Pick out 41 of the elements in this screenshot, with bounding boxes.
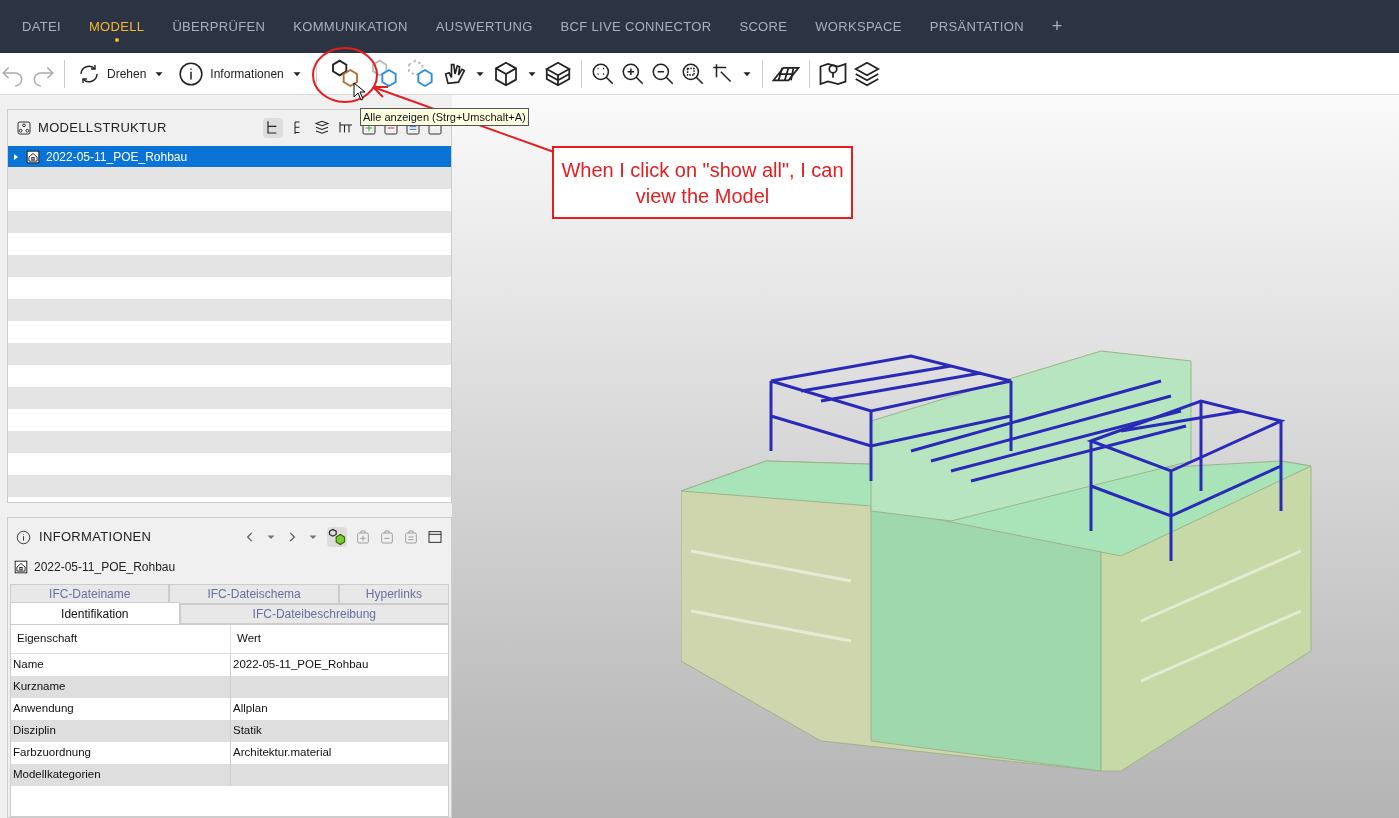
info-tab[interactable]: IFC-Dateischema [169,584,339,604]
expand-arrow-icon[interactable] [12,152,20,161]
menu-tab[interactable]: SCORE [725,0,802,53]
table-cell-text: 2022-05-11_POE_Rohbau [232,657,369,673]
table-cell: Modellkategorien [11,764,231,786]
building-icon[interactable] [26,149,40,164]
info-icon[interactable] [16,529,31,545]
tree-item[interactable]: 2022-05-11_POE_Rohbau [8,146,451,167]
info-tab[interactable]: Hyperlinks [338,584,449,604]
layers-icon[interactable] [313,119,331,137]
object-name: 2022-05-11_POE_Rohbau [34,559,176,576]
table-cell-text: Architektur.material [232,745,332,761]
info-icon[interactable] [178,60,205,87]
building-icon[interactable] [14,560,28,574]
annotation-note: When I click on "show all", I can view the Model [552,146,853,219]
info-tab[interactable]: IFC-Dateibeschreibung [179,604,449,624]
table-cell-text: Statik [232,723,262,739]
window-icon[interactable] [427,529,443,545]
highlight-circle [311,46,379,104]
cube-icon[interactable] [327,527,347,547]
column-header: Eigenschaft [11,625,231,653]
rotate-button[interactable]: Drehen [73,61,171,86]
menu-tab[interactable]: PRSÄNTATION [915,0,1038,53]
menu-tab[interactable]: WORKSPACE [801,0,916,53]
table-cell-text: Allplan [232,701,268,717]
panel-title: INFORMATIONEN [39,528,153,547]
panel-title: MODELLSTRUKTUR [38,119,168,138]
menu-tab[interactable]: AUSWERTUNG [421,0,547,53]
tree-view-icon[interactable] [263,118,283,138]
hierarchy-icon[interactable] [16,120,32,136]
add-tab-button[interactable]: + [1037,13,1077,40]
information-button[interactable]: Informationen [174,60,308,87]
column-header: Wert [236,631,262,647]
menu-tab[interactable]: MODELL [74,0,159,53]
info-tab[interactable]: Identifikation [10,602,180,624]
info-tab[interactable]: IFC-Dateiname [10,584,170,604]
menu-tab[interactable]: KOMMUNIKATION [279,0,422,53]
menu-tab[interactable]: ÜBERPRÜFEN [158,0,280,53]
tooltip: Alle anzeigen (Strg+Umschalt+A) [360,108,529,126]
menu-tab[interactable]: DATEI [8,0,75,53]
menu-tab[interactable]: BCF LIVE CONNECTOR [546,0,726,53]
